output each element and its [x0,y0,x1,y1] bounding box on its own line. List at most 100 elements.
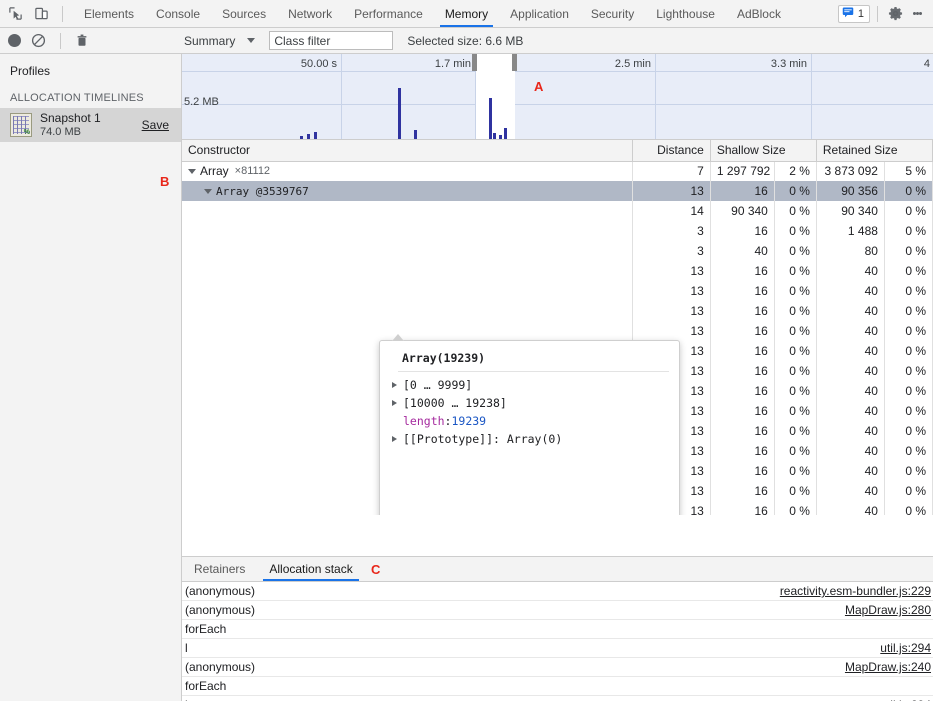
chevron-right-icon[interactable] [392,436,397,442]
toolbar-divider [60,32,61,49]
cell-retained-percent: 0 % [884,281,933,301]
table-row[interactable]: Array @3539767 13 16 0 % 90 356 0 % [182,181,933,201]
cell-constructor [182,261,633,281]
class-filter-input[interactable] [269,31,394,50]
tab-retainers[interactable]: Retainers [182,557,257,581]
overview-y-label: 5.2 MB [184,96,219,108]
cell-retained-percent: 0 % [884,361,933,381]
cell-shallow-size: 16 [710,321,775,341]
chevron-right-icon[interactable] [392,400,397,406]
cell-retained-percent: 0 % [884,421,933,441]
allocation-stack-row[interactable]: forEach [182,677,933,696]
stack-source-link[interactable]: reactivity.esm-bundler.js:229 [780,584,931,598]
inspect-element-icon[interactable] [6,5,24,23]
sidebar-item-snapshot-1[interactable]: % Snapshot 1 74.0 MB Save [0,108,181,142]
allocation-stack-row[interactable]: lutil.js:294 [182,696,933,701]
overview-selection-window[interactable] [476,54,515,139]
cell-shallow-size: 16 [710,401,775,421]
allocation-stack-row[interactable]: (anonymous) MapDraw.js:280 [182,601,933,620]
cell-shallow-percent: 0 % [774,341,817,361]
cell-shallow-percent: 0 % [774,501,817,515]
popover-entry-range-0[interactable]: [0 … 9999] [380,376,679,394]
overview-selection-handle-right[interactable] [512,54,517,71]
cell-shallow-percent: 0 % [774,281,817,301]
overview-selection-handle-left[interactable] [472,54,477,71]
allocation-stack-row[interactable]: (anonymous) reactivity.esm-bundler.js:229 [182,582,933,601]
view-select-value: Summary [184,33,236,48]
tab-network[interactable]: Network [277,0,343,27]
message-count: 1 [857,7,864,20]
stack-source-link[interactable]: MapDraw.js:240 [845,660,931,674]
console-messages-badge[interactable]: 1 [837,4,870,23]
table-head: Constructor Distance Shallow Size Retain… [182,140,933,162]
more-options-icon[interactable] [907,4,927,24]
panel-tabs: Elements Console Sources Network Perform… [73,0,838,27]
table-row[interactable]: 13 16 0 % 40 0 % [182,301,933,321]
overview-gridline [341,54,342,139]
cell-shallow-size: 16 [710,441,775,461]
stack-source-link[interactable]: MapDraw.js:280 [845,603,931,617]
cell-retained-percent: 5 % [884,161,933,181]
table-row[interactable]: 13 16 0 % 40 0 % [182,261,933,281]
chevron-down-icon[interactable] [204,188,212,194]
device-toolbar-icon[interactable] [32,5,50,23]
cell-retained-size: 40 [816,481,885,501]
view-select[interactable]: Summary [184,33,256,48]
tab-application[interactable]: Application [499,0,580,27]
table-row[interactable]: 3 40 0 % 80 0 % [182,241,933,261]
popover-entry-range-1[interactable]: [10000 … 19238] [380,394,679,412]
chevron-down-icon[interactable] [188,168,196,174]
tab-security[interactable]: Security [580,0,645,27]
tab-performance[interactable]: Performance [343,0,434,27]
column-header-constructor[interactable]: Constructor [182,140,633,162]
cell-retained-size: 40 [816,421,885,441]
object-preview-popover: Array(19239) [0 … 9999] [10000 … 19238] … [379,334,680,515]
overview-bar [398,88,401,139]
stack-source-link[interactable]: util.js:294 [880,641,931,655]
table-row[interactable]: 13 16 0 % 40 0 % [182,281,933,301]
allocation-stack-row[interactable]: (anonymous) MapDraw.js:240 [182,658,933,677]
overview-gridline [182,71,933,72]
cell-shallow-percent: 0 % [774,201,817,221]
tab-label: Lighthouse [656,6,715,21]
tab-memory[interactable]: Memory [434,0,499,27]
cell-retained-percent: 0 % [884,381,933,401]
popover-title: Array(19239) [402,351,486,365]
clear-icon[interactable] [31,33,46,48]
selected-size-label: Selected size: 6.6 MB [407,33,524,48]
row-constructor-label: Array [200,164,229,179]
column-header-shallow-size[interactable]: Shallow Size [710,140,817,162]
tab-lighthouse[interactable]: Lighthouse [645,0,726,27]
tab-elements[interactable]: Elements [73,0,145,27]
overview-time-tick: 1.7 min [434,58,471,70]
cell-shallow-size: 16 [710,381,775,401]
tab-label: Network [288,6,333,21]
column-header-distance[interactable]: Distance [632,140,711,162]
cell-retained-size: 40 [816,261,885,281]
allocation-timeline-overview[interactable]: 50.00 s 1.7 min 2.5 min 3.3 min 4 5.2 MB [182,54,933,140]
cell-constructor [182,241,633,261]
tab-console[interactable]: Console [145,0,211,27]
memory-toolbar: Summary Selected size: 6.6 MB [0,28,933,54]
tab-sources[interactable]: Sources [211,0,277,27]
table-row[interactable]: 13 16 0 % 40 0 % [182,321,933,341]
trash-icon[interactable] [75,33,91,49]
snapshot-meta: Snapshot 1 74.0 MB [32,111,142,140]
overview-gridline [182,104,933,105]
table-row[interactable]: 3 16 0 % 1 488 0 % [182,221,933,241]
allocation-stack-row[interactable]: lutil.js:294 [182,639,933,658]
table-row[interactable]: Array ×81112 7 1 297 792 2 % 3 873 092 5 % [182,161,933,181]
allocation-stack-row[interactable]: forEach [182,620,933,639]
gear-icon[interactable] [885,4,905,24]
table-row[interactable]: 14 90 340 0 % 90 340 0 % [182,201,933,221]
record-icon[interactable] [8,34,21,47]
cell-shallow-percent: 0 % [774,481,817,501]
column-header-retained-size[interactable]: Retained Size [816,140,933,162]
tab-adblock[interactable]: AdBlock [726,0,792,27]
cell-shallow-percent: 0 % [774,221,817,241]
cell-retained-size: 90 356 [816,181,885,201]
popover-entry-prototype[interactable]: [[Prototype]]: Array(0) [380,430,679,448]
chevron-right-icon[interactable] [392,382,397,388]
tab-allocation-stack[interactable]: Allocation stack [257,557,364,581]
save-snapshot-link[interactable]: Save [142,118,173,132]
